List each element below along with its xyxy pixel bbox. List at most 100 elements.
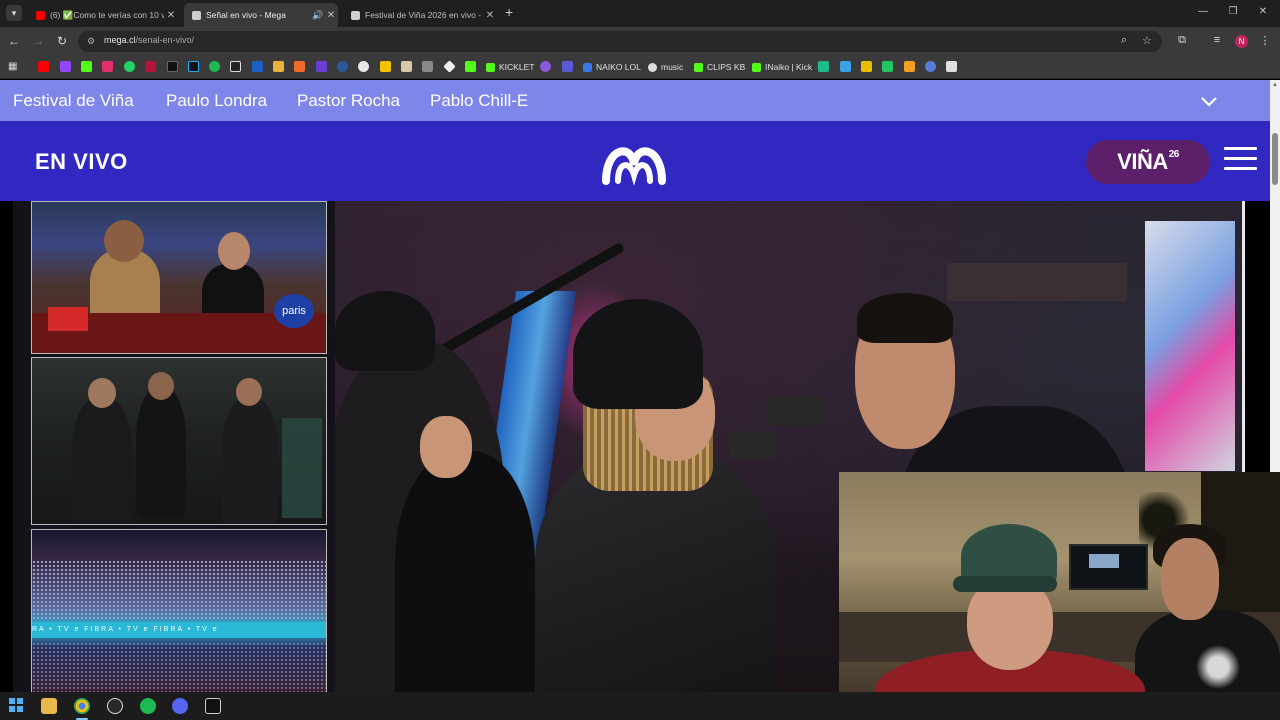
bookmark-icon[interactable] xyxy=(443,60,456,73)
address-bar[interactable]: ⚙ mega.cl/senal-en-vivo/ ⌕ ☆ xyxy=(78,31,1162,52)
capcut-icon[interactable] xyxy=(205,698,221,714)
bookmark-icon[interactable] xyxy=(401,61,412,72)
browser-menu-icon[interactable]: ⋮ xyxy=(1257,34,1273,47)
discord-icon[interactable] xyxy=(172,698,188,714)
speaker-icon[interactable]: 🔊 xyxy=(312,10,324,21)
vina-26-badge[interactable]: VIÑA26 xyxy=(1086,140,1210,184)
minimize-icon[interactable]: — xyxy=(1193,6,1213,17)
bookmark-star-icon[interactable]: ☆ xyxy=(1142,34,1152,47)
bookmark-icon[interactable] xyxy=(840,61,851,72)
topic-link[interactable]: Pastor Rocha xyxy=(297,91,400,111)
kick-bookmark-icon[interactable] xyxy=(81,61,92,72)
bookmark-icon[interactable] xyxy=(252,61,263,72)
tab-title: Festival de Viña 2026 en vivo - xyxy=(365,10,482,20)
reading-list-icon[interactable]: ≡ xyxy=(1209,34,1225,46)
backstage-figure xyxy=(136,388,186,518)
bookmark-icon[interactable] xyxy=(925,61,936,72)
bookmark-inaiko-kick[interactable]: INaiko | Kick xyxy=(752,61,812,73)
profile-avatar[interactable]: N xyxy=(1235,35,1248,48)
streamlabs-bookmark-icon[interactable] xyxy=(230,61,241,72)
topic-link[interactable]: Paulo Londra xyxy=(166,91,267,111)
bookmark-icon[interactable] xyxy=(861,61,872,72)
tab-close-icon[interactable]: ✕ xyxy=(164,10,178,21)
forward-arrow-icon[interactable]: → xyxy=(30,34,46,48)
topic-link[interactable]: Pablo Chill-E xyxy=(430,91,528,111)
backstage-head xyxy=(88,378,116,408)
cap xyxy=(335,291,435,371)
twitch-bookmark-icon[interactable] xyxy=(60,61,71,72)
restore-icon[interactable]: ❐ xyxy=(1223,6,1243,17)
camera-thumbnail-backstage[interactable] xyxy=(31,357,327,525)
bookmark-kicklet[interactable]: KICKLET xyxy=(486,61,534,73)
tab-title: Señal en vivo - Mega xyxy=(206,10,286,20)
bookmark-icon[interactable] xyxy=(540,61,551,72)
topics-bar: Festival de Viña Paulo Londra Pastor Roc… xyxy=(0,80,1270,121)
bookmark-clips-kb[interactable]: CLIPS KB xyxy=(694,61,745,73)
bookmark-icon[interactable] xyxy=(882,61,893,72)
bookmark-icon[interactable] xyxy=(273,61,284,72)
bookmark-icon[interactable] xyxy=(337,61,348,72)
spotify-bookmark-icon[interactable] xyxy=(209,61,220,72)
tab-mega-live[interactable]: Señal en vivo - Mega 🔊 ✕ xyxy=(184,3,338,27)
pinterest-bookmark-icon[interactable] xyxy=(145,61,156,72)
bookmark-icon[interactable] xyxy=(422,61,433,72)
clips-kb-icon xyxy=(694,62,703,72)
apps-grid-icon[interactable]: ▦ xyxy=(8,61,19,72)
youtube-bookmark-icon[interactable] xyxy=(38,61,49,72)
crew-member xyxy=(395,451,535,693)
bookmark-label: CLIPS KB xyxy=(707,62,746,72)
bookmark-icon[interactable] xyxy=(294,61,305,72)
kick-icon xyxy=(752,62,761,72)
tab-close-icon[interactable]: ✕ xyxy=(324,10,338,21)
tab-close-icon[interactable]: ✕ xyxy=(483,10,497,21)
scrollbar-thumb[interactable] xyxy=(1272,133,1278,185)
spotify-icon[interactable] xyxy=(140,698,156,714)
site-info-icon[interactable]: ⚙ xyxy=(87,36,97,46)
tiktok-bookmark-icon[interactable] xyxy=(188,61,199,72)
bookmark-icon[interactable] xyxy=(316,61,327,72)
mega-logo-icon[interactable] xyxy=(600,135,668,187)
bookmark-icon[interactable] xyxy=(380,61,391,72)
new-tab-button[interactable]: + xyxy=(505,4,513,20)
file-explorer-icon[interactable] xyxy=(41,698,57,714)
live-label[interactable]: EN VIVO xyxy=(35,149,128,175)
chevron-down-icon[interactable] xyxy=(1200,93,1218,111)
window-close-icon[interactable]: ✕ xyxy=(1253,6,1273,17)
url-text[interactable]: mega.cl/senal-en-vivo/ xyxy=(104,35,194,45)
tab-youtube[interactable]: (6) ✅Como te verías con 10 ve ✕ xyxy=(28,3,178,27)
windows-start-icon[interactable] xyxy=(8,698,24,714)
kick-bookmark-icon[interactable] xyxy=(465,61,476,72)
bookmarks-bar: ▦ KICKLET NAIKO LOL music CLIPS KB INaik… xyxy=(0,56,1280,79)
mega-favicon-icon xyxy=(192,10,201,20)
tab-festival-vina[interactable]: Festival de Viña 2026 en vivo - ✕ xyxy=(343,3,497,27)
multicam-thumbnails: paris RA • TV e FIBRA • TV e FIBRA • TV … xyxy=(13,201,335,693)
bookmark-icon[interactable] xyxy=(946,61,957,72)
crew-face xyxy=(420,416,472,478)
scroll-up-arrow-icon[interactable]: ▲ xyxy=(1270,82,1280,88)
bookmark-label: music xyxy=(661,62,684,72)
bookmark-naiko-lol[interactable]: NAIKO LOL xyxy=(583,61,641,73)
camera-thumbnail-studio[interactable]: paris xyxy=(31,201,327,354)
hamburger-menu-icon[interactable] xyxy=(1224,147,1257,175)
topic-link[interactable]: Festival de Viña xyxy=(13,91,134,111)
bookmark-music[interactable]: music xyxy=(648,61,683,73)
bookmark-icon[interactable] xyxy=(562,61,573,72)
extensions-icon[interactable]: ⧉ xyxy=(1174,34,1190,47)
host-head xyxy=(218,232,250,270)
tab-search-icon[interactable]: ▾ xyxy=(6,5,22,21)
obs-icon[interactable] xyxy=(107,698,123,714)
kicklet-icon xyxy=(486,62,495,72)
bookmark-icon[interactable] xyxy=(818,61,829,72)
whatsapp-bookmark-icon[interactable] xyxy=(124,61,135,72)
camera-thumbnail-arena[interactable]: RA • TV e FIBRA • TV e FIBRA • TV e xyxy=(31,529,327,693)
back-arrow-icon[interactable]: ← xyxy=(6,34,22,48)
artist-beanie xyxy=(573,299,703,409)
chrome-icon[interactable] xyxy=(74,698,90,714)
instagram-bookmark-icon[interactable] xyxy=(102,61,113,72)
zoom-icon[interactable]: ⌕ xyxy=(1121,34,1127,47)
cap-brim xyxy=(953,576,1057,592)
reload-icon[interactable]: ↻ xyxy=(54,34,70,48)
x-bookmark-icon[interactable] xyxy=(167,61,178,72)
bookmark-icon[interactable] xyxy=(904,61,915,72)
bookmark-icon[interactable] xyxy=(358,61,369,72)
